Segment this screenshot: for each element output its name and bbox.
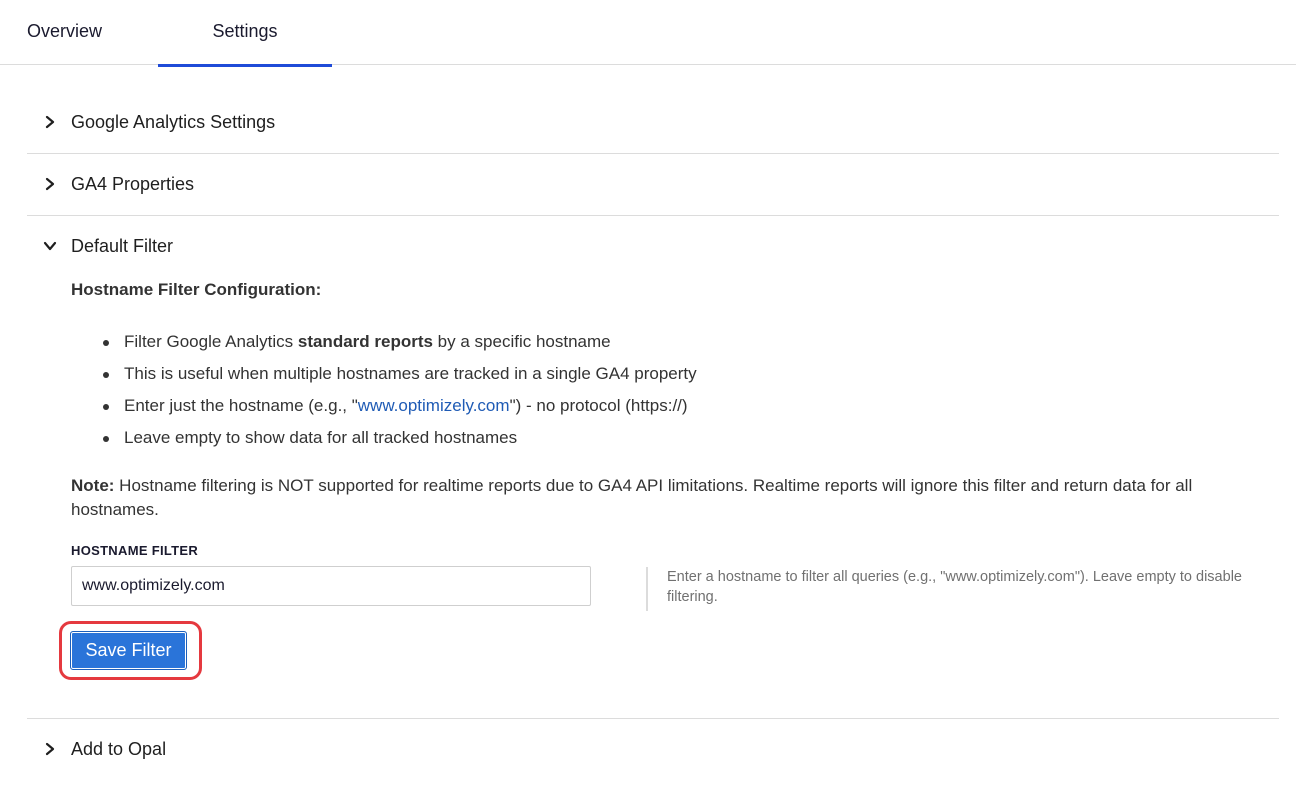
example-hostname-link[interactable]: www.optimizely.com (358, 396, 510, 415)
section-title: Add to Opal (71, 738, 167, 759)
chevron-right-icon (45, 115, 55, 129)
chevron-right-icon (45, 742, 55, 756)
info-list: Filter Google Analytics standard reports… (97, 330, 1197, 458)
divider (27, 153, 1279, 154)
section-title: GA4 Properties (71, 173, 195, 194)
chevron-right-icon (45, 177, 55, 191)
hostname-filter-input[interactable] (71, 566, 591, 606)
hostname-help-text: Enter a hostname to filter all queries (… (646, 567, 1256, 611)
divider (27, 718, 1279, 719)
section-header-add-to-opal[interactable]: Add to Opal (27, 734, 166, 764)
section-header-default-filter[interactable]: Default Filter (27, 231, 173, 261)
config-heading: Hostname Filter Configuration: (71, 280, 322, 299)
list-item: Leave empty to show data for all tracked… (97, 426, 1197, 458)
section-header-ga4-properties[interactable]: GA4 Properties (27, 169, 194, 199)
divider (27, 215, 1279, 216)
section-title: Default Filter (71, 235, 174, 256)
list-item: This is useful when multiple hostnames a… (97, 362, 1197, 394)
section-header-google-analytics-settings[interactable]: Google Analytics Settings (27, 107, 275, 137)
limitation-note: Note: Hostname filtering is NOT supporte… (71, 476, 1193, 519)
hostname-filter-label: HOSTNAME FILTER (71, 543, 199, 558)
tab-overview[interactable]: Overview (0, 0, 131, 65)
section-title: Google Analytics Settings (71, 111, 276, 132)
save-filter-button[interactable]: Save Filter (70, 631, 187, 670)
list-item: Filter Google Analytics standard reports… (97, 330, 1197, 362)
tab-settings[interactable]: Settings (158, 0, 332, 67)
tab-bar: Overview Settings (0, 0, 1296, 67)
chevron-down-icon (43, 241, 57, 251)
list-item: Enter just the hostname (e.g., "www.opti… (97, 394, 1197, 426)
